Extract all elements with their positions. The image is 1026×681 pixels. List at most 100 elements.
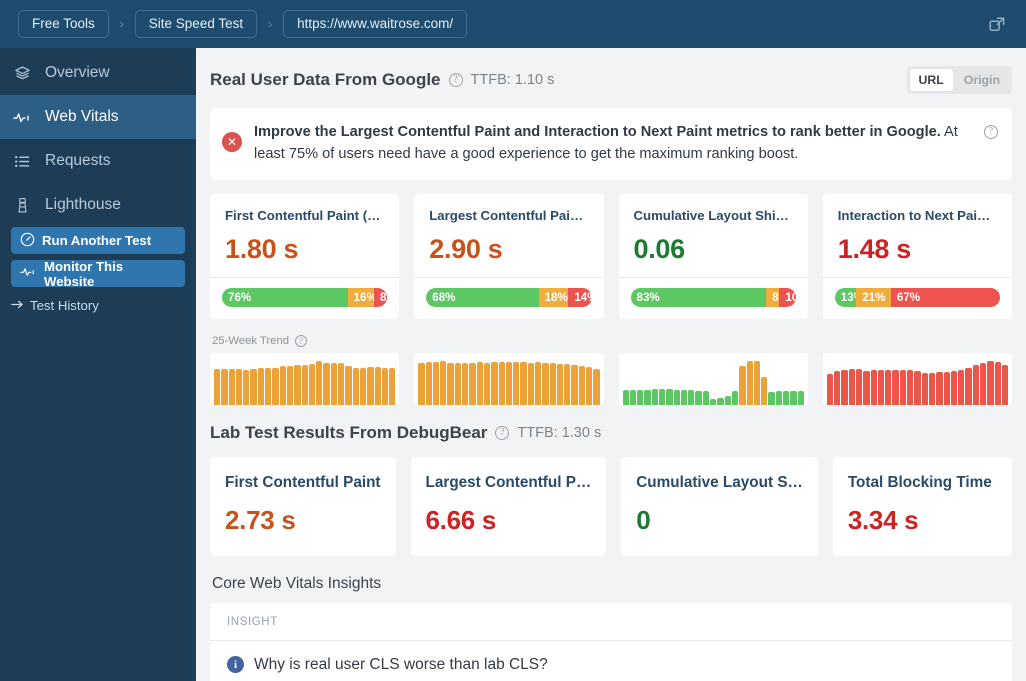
trend-bar — [440, 360, 447, 405]
trend-bar — [680, 389, 688, 405]
trend-bar — [753, 360, 761, 405]
help-icon[interactable]: ? — [495, 425, 510, 440]
pulse-icon — [12, 109, 32, 126]
sidebar-item-label: Requests — [45, 152, 111, 169]
lab-card-fcp[interactable]: First Contentful Paint 2.73 s — [210, 456, 396, 556]
alert-text: Improve the Largest Contentful Paint and… — [254, 122, 972, 166]
trend-bar — [505, 361, 513, 405]
trend-bar — [870, 369, 877, 405]
trend-bar — [432, 361, 440, 405]
trend-bar — [622, 389, 629, 405]
trend-bar — [498, 361, 505, 405]
trend-bar — [513, 361, 520, 405]
trend-bar — [644, 389, 651, 405]
sidebar-item-overview[interactable]: Overview — [0, 51, 196, 95]
sidebar-item-label: Web Vitals — [45, 108, 119, 125]
monitor-this-website-button[interactable]: Monitor This Website — [11, 259, 185, 289]
lab-card-lcp[interactable]: Largest Contentful P… 6.66 s — [410, 456, 607, 556]
trend-bar — [768, 391, 775, 405]
trend-bar — [637, 389, 644, 405]
trend-bar — [535, 361, 542, 405]
lab-card-label: Largest Contentful P… — [425, 473, 592, 491]
url-origin-toggle[interactable]: URL Origin — [906, 66, 1012, 94]
trend-bar — [907, 369, 914, 405]
trend-bar — [214, 368, 221, 405]
trend-bar — [549, 362, 556, 405]
card-value: 0.06 — [633, 233, 686, 264]
trend-bar — [586, 366, 593, 405]
trend-chart-cls[interactable] — [618, 352, 808, 405]
sidebar-item-label: Overview — [45, 64, 110, 81]
crux-card-cls[interactable]: Cumulative Layout Shift (Cr… 0.06 83% 8%… — [618, 193, 808, 319]
run-another-test-button[interactable]: Run Another Test — [11, 227, 185, 254]
card-value: 1.48 s — [837, 233, 912, 264]
lab-card-value: 2.73 s — [225, 504, 296, 535]
trend-bar — [899, 369, 907, 405]
trend-bar — [834, 370, 841, 405]
insight-row-text: Why is real user CLS worse than lab CLS? — [254, 655, 548, 673]
test-history-label: Test History — [30, 298, 99, 313]
trend-bar — [688, 389, 695, 405]
trend-bar — [527, 362, 534, 405]
trend-bar — [921, 372, 928, 405]
trend-bar — [914, 370, 921, 405]
dist-segment-needs-improvement: 8% — [766, 287, 780, 307]
sidebar-item-requests[interactable]: Requests — [0, 139, 196, 183]
crux-card-inp[interactable]: Interaction to Next Paint (Cr… 1.48 s 13… — [822, 193, 1012, 319]
trend-bar — [476, 361, 483, 405]
distribution-bar: 76% 16% 8% — [222, 287, 388, 307]
trend-bar — [593, 368, 600, 405]
trend-bar — [301, 364, 308, 405]
trend-bar — [863, 370, 870, 405]
trend-chart-lcp[interactable] — [414, 352, 604, 405]
toggle-option-origin[interactable]: Origin — [955, 69, 1009, 91]
card-label: Interaction to Next Paint (Cr… — [837, 207, 997, 223]
test-history-link[interactable]: Test History — [0, 293, 196, 313]
lab-card-label: Total Blocking Time — [847, 473, 992, 491]
breadcrumb-site-speed-test[interactable]: Site Speed Test — [134, 9, 258, 39]
trend-chart-inp[interactable] — [822, 352, 1012, 405]
list-icon — [12, 153, 32, 170]
sidebar-item-lighthouse[interactable]: Lighthouse — [0, 183, 196, 227]
lab-card-value: 3.34 s — [847, 504, 919, 535]
insight-row[interactable]: i Why is real user CLS worse than lab CL… — [210, 641, 1012, 681]
lab-section-header: Lab Test Results From DebugBear ? TTFB: … — [210, 405, 1012, 457]
crux-card-lcp[interactable]: Largest Contentful Paint (Cr… 2.90 s 68%… — [414, 193, 604, 319]
trend-bar — [958, 369, 965, 405]
trend-bar — [352, 367, 359, 405]
help-icon[interactable]: ? — [448, 73, 463, 87]
trend-chart-fcp[interactable] — [210, 352, 400, 405]
trend-bar — [345, 365, 352, 405]
run-another-test-label: Run Another Test — [42, 233, 152, 248]
dist-segment-good: 13% — [834, 287, 857, 307]
breadcrumb-url[interactable]: https://www.waitrose.com/ — [283, 9, 468, 39]
lab-card-tbt[interactable]: Total Blocking Time 3.34 s — [832, 456, 1012, 556]
trend-bar — [556, 363, 564, 405]
card-label: Cumulative Layout Shift (Cr… — [633, 207, 793, 223]
external-link-button[interactable] — [982, 9, 1012, 39]
crux-card-fcp[interactable]: First Contentful Paint (CrUX…) 1.80 s 76… — [210, 193, 400, 319]
trend-label: 25-Week Trend — [212, 334, 290, 347]
help-icon[interactable]: ? — [984, 125, 998, 139]
breadcrumb-free-tools[interactable]: Free Tools — [18, 9, 109, 39]
trend-bar — [994, 361, 1001, 405]
trend-bar — [330, 362, 338, 405]
trend-bar — [359, 367, 367, 405]
trend-bar — [928, 372, 936, 405]
toggle-option-url[interactable]: URL — [909, 69, 953, 91]
help-icon[interactable]: ? — [295, 334, 308, 347]
card-body: Interaction to Next Paint (Cr… 1.48 s — [823, 194, 1012, 277]
lab-ttfb: TTFB: 1.30 s — [517, 424, 602, 441]
app-shell: Overview Web Vitals Requests Lighthouse … — [0, 48, 1026, 681]
trend-bar — [520, 361, 527, 405]
trend-bar — [221, 368, 228, 405]
trend-bar — [323, 362, 330, 405]
lab-card-cls[interactable]: Cumulative Layout S… 0 — [621, 456, 818, 556]
insights-table: INSIGHT i Why is real user CLS worse tha… — [210, 602, 1012, 681]
trend-bar — [235, 368, 243, 405]
sidebar-item-web-vitals[interactable]: Web Vitals — [0, 95, 196, 139]
trend-bar — [972, 364, 979, 405]
distribution-bar: 68% 18% 14% — [426, 287, 592, 307]
external-link-icon — [988, 16, 1004, 31]
speedometer-icon — [20, 232, 35, 250]
